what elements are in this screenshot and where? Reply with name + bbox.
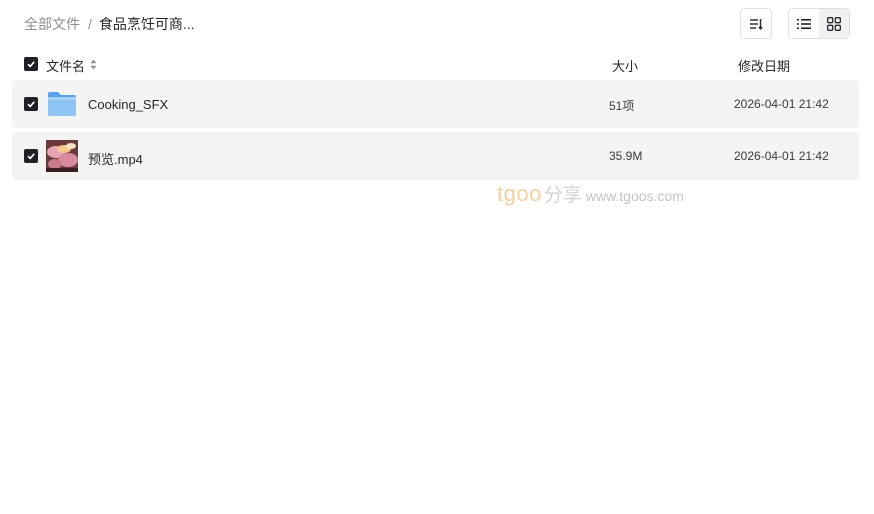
file-size: 35.9M: [609, 149, 643, 163]
check-icon: [27, 153, 35, 160]
column-header-size[interactable]: 大小: [612, 56, 638, 75]
breadcrumb-current-folder: 食品烹饪可商...: [98, 16, 195, 32]
breadcrumb-separator: /: [88, 16, 92, 32]
sort-icon: [750, 18, 763, 30]
row-checkbox[interactable]: [24, 97, 38, 111]
watermark-url: www.tgoos.com: [585, 188, 684, 204]
check-icon: [27, 61, 35, 68]
column-header-name[interactable]: 文件名: [46, 56, 97, 75]
list-view-button[interactable]: [789, 9, 819, 38]
row-checkbox[interactable]: [24, 149, 38, 163]
breadcrumb-root-link[interactable]: 全部文件: [24, 14, 80, 34]
file-modified-date: 2026-04-01 21:42: [734, 149, 829, 163]
table-row[interactable]: 预览.mp4 35.9M 2026-04-01 21:42: [12, 132, 859, 180]
sort-button[interactable]: [740, 8, 772, 39]
file-name[interactable]: 预览.mp4: [88, 149, 143, 168]
watermark: tgoo 分享 www.tgoos.com: [497, 180, 684, 207]
table-row[interactable]: Cooking_SFX 51项 2026-04-01 21:42: [12, 80, 859, 128]
grid-view-icon: [827, 16, 841, 31]
file-modified-date: 2026-04-01 21:42: [734, 97, 829, 111]
file-name[interactable]: Cooking_SFX: [88, 97, 168, 112]
view-toggle-group: [788, 8, 850, 39]
list-view-icon: [797, 18, 811, 29]
folder-icon: [46, 88, 78, 120]
column-header-date[interactable]: 修改日期: [738, 56, 790, 75]
breadcrumb: 全部文件 / 食品烹饪可商...: [24, 15, 195, 33]
video-thumbnail: [46, 140, 78, 172]
watermark-brand: tgoo: [497, 181, 542, 206]
watermark-share: 分享: [543, 185, 582, 206]
sort-caret-icon: [90, 58, 97, 73]
column-header-name-label: 文件名: [46, 59, 86, 74]
select-all-checkbox[interactable]: [24, 57, 38, 71]
check-icon: [27, 101, 35, 108]
file-table-header: 文件名 大小 修改日期: [12, 52, 859, 76]
grid-view-button[interactable]: [819, 9, 849, 38]
file-size: 51项: [609, 99, 635, 113]
